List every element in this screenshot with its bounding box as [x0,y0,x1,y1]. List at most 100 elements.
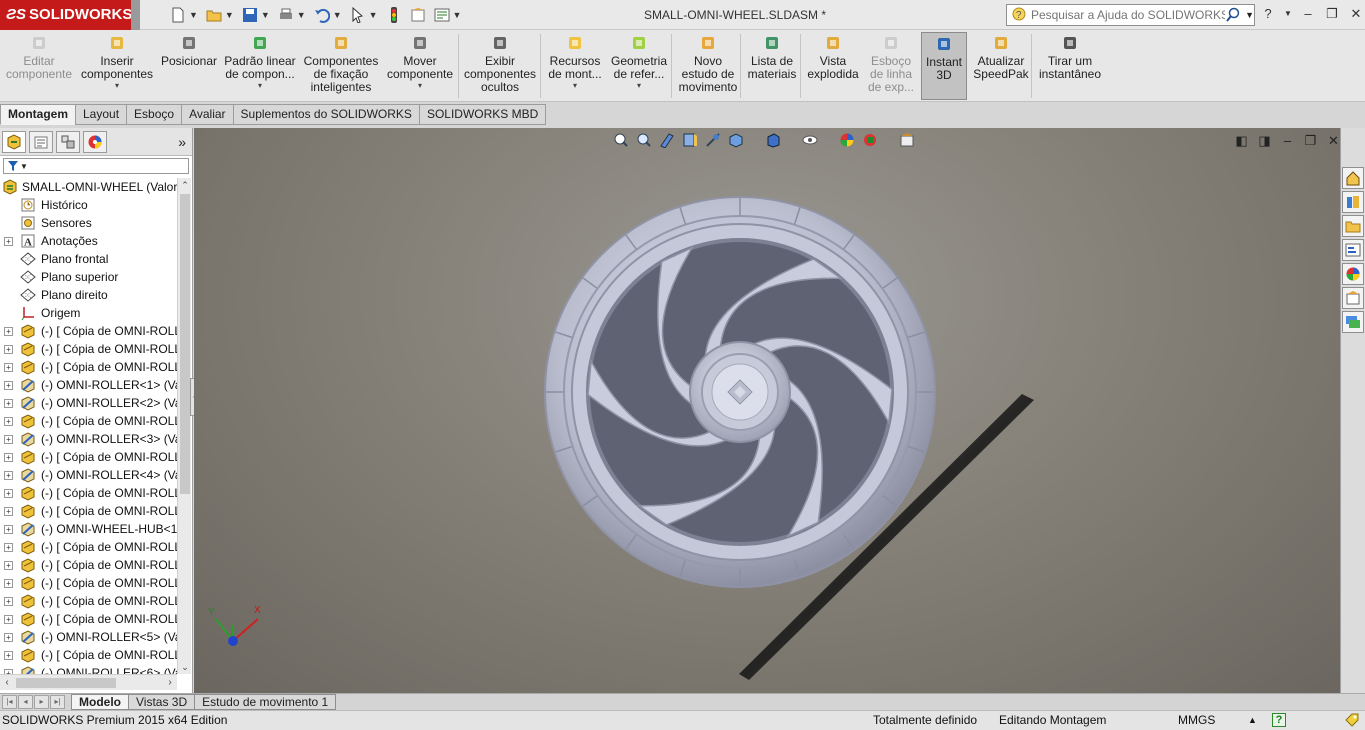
solidworks-resources-tab[interactable] [1342,167,1364,189]
display-manager-tab[interactable] [83,130,107,153]
tree-item[interactable]: Plano superior [0,268,177,286]
command-reference-geometry[interactable]: Geometria de refer... ▾ [608,32,670,100]
bottom-tab-estudo-de-movimento-1[interactable]: Estudo de movimento 1 [194,694,337,710]
tree-item[interactable]: Plano direito [0,286,177,304]
next-tile-icon[interactable]: ◨ [1257,133,1272,148]
view-orientation-icon[interactable] [727,131,745,149]
doc-close-icon[interactable]: ✕ [1326,133,1340,148]
expand-toggle-icon[interactable]: + [4,633,13,642]
close-icon[interactable]: ✕ [1348,6,1364,22]
help-search-input[interactable] [1030,8,1226,22]
expand-toggle-icon[interactable]: + [4,399,13,408]
tree-item[interactable]: Histórico [0,196,177,214]
edit-appearance-icon[interactable] [838,131,856,149]
hscroll-thumb[interactable] [16,678,116,688]
next-tab-icon[interactable]: ▸ [34,695,49,709]
command-dropdown-icon[interactable]: ▾ [80,81,154,90]
units-dropdown-icon[interactable]: ▲ [1248,711,1257,730]
tree-item[interactable]: + (-) [ Cópia de OMNI-ROLL [0,502,177,520]
rebuild-button[interactable] [386,4,402,26]
search-dropdown-icon[interactable]: ▼ [1245,10,1254,20]
tree-item[interactable]: + (-) OMNI-ROLLER<2> (Va [0,394,177,412]
expand-toggle-icon[interactable]: + [4,615,13,624]
expand-toggle-icon[interactable]: + [4,507,13,516]
bottom-tab-vistas-3d[interactable]: Vistas 3D [128,694,196,710]
scroll-left-icon[interactable]: ‹ [0,675,14,691]
expand-toggle-icon[interactable]: + [4,525,13,534]
tree-item[interactable]: + (-) [ Cópia de OMNI-ROLL [0,340,177,358]
design-library-tab[interactable] [1342,191,1364,213]
filter-dropdown-icon[interactable]: ▼ [20,162,28,171]
tree-item[interactable]: Origem [0,304,177,322]
tab-layout[interactable]: Layout [75,104,128,125]
forum-tab[interactable] [1342,311,1364,333]
custom-properties-tab[interactable] [1342,287,1364,309]
graphics-area[interactable]: Y X ◧ ◨ – ❐ ✕ [194,128,1340,693]
command-dropdown-icon[interactable]: ▾ [608,81,670,90]
command-mate[interactable]: Posicionar [160,32,218,100]
expand-toggle-icon[interactable]: + [4,597,13,606]
first-tab-icon[interactable]: |◂ [2,695,17,709]
tree-item[interactable]: + (-) [ Cópia de OMNI-ROLL [0,358,177,376]
help-search-box[interactable]: ? ▼ [1006,4,1255,26]
expand-toggle-icon[interactable]: + [4,381,13,390]
expand-toggle-icon[interactable]: + [4,561,13,570]
select-button[interactable]: ▼ [350,4,378,26]
dynamic-annotation-icon[interactable] [704,131,722,149]
command-speedpak[interactable]: Atualizar SpeedPak [972,32,1030,100]
tree-item[interactable]: + (-) OMNI-WHEEL-HUB<1 [0,520,177,538]
feature-manager-tab[interactable] [2,130,26,153]
file-properties-button[interactable] [410,4,426,26]
tree-item[interactable]: Sensores [0,214,177,232]
command-show-hidden[interactable]: Exibir componentes ocultos [463,32,537,100]
previous-view-icon[interactable] [658,131,676,149]
tree-item[interactable]: + (-) OMNI-ROLLER<3> (Va [0,430,177,448]
solidworks-logo[interactable]: ƧS SOLIDWORKS [0,0,132,30]
tree-item[interactable]: + (-) [ Cópia de OMNI-ROLL [0,412,177,430]
tree-item[interactable]: + (-) OMNI-ROLLER<1> (Va [0,376,177,394]
tab-esbo-o[interactable]: Esboço [126,104,183,125]
apply-scene-icon[interactable] [861,131,879,149]
command-dropdown-icon[interactable]: ▾ [545,81,605,90]
doc-restore-icon[interactable]: ❐ [1303,133,1318,148]
property-manager-tab[interactable] [29,130,53,153]
hide-show-items-icon[interactable] [801,131,819,149]
search-icon[interactable] [1225,7,1241,23]
command-dropdown-icon[interactable]: ▾ [383,81,457,90]
omni-wheel-model[interactable]: Y X [194,128,1340,693]
command-insert-components[interactable]: Inserir componentes ▾ [80,32,154,100]
command-instant3d[interactable]: Instant 3D [921,32,967,100]
prev-tab-icon[interactable]: ◂ [18,695,33,709]
command-dropdown-icon[interactable]: ▾ [222,81,298,90]
tree-item[interactable]: + (-) [ Cópia de OMNI-ROLL [0,538,177,556]
tree-item[interactable]: + (-) OMNI-ROLLER<4> (Va [0,466,177,484]
tree-item[interactable]: + (-) [ Cópia de OMNI-ROLL [0,484,177,502]
command-bom[interactable]: Lista de materiais [746,32,798,100]
tree-item[interactable]: + (-) OMNI-ROLLER<5> (Va [0,628,177,646]
display-style-icon[interactable] [764,131,782,149]
last-tab-icon[interactable]: ▸| [50,695,65,709]
command-move-component[interactable]: Mover componente ▾ [383,32,457,100]
view-palette-tab[interactable] [1342,239,1364,261]
tree-item[interactable]: + (-) [ Cópia de OMNI-ROLL [0,610,177,628]
tree-item[interactable]: + (-) [ Cópia de OMNI-ROLL [0,574,177,592]
help-dropdown-icon[interactable]: ▼ [1284,6,1292,22]
expand-toggle-icon[interactable]: + [4,651,13,660]
print-button[interactable]: ▼ [278,4,306,26]
command-snapshot[interactable]: Tirar um instantâneo [1036,32,1104,100]
tab-solidworks-mbd[interactable]: SOLIDWORKS MBD [418,104,547,125]
tree-item[interactable]: + (-) [ Cópia de OMNI-ROLL [0,448,177,466]
command-explode-line[interactable]: Esboço de linha de exp... [866,32,916,100]
configuration-manager-tab[interactable] [56,130,80,153]
expand-toggle-icon[interactable]: + [4,453,13,462]
expand-toggle-icon[interactable]: + [4,489,13,498]
expand-toggle-icon[interactable]: + [4,237,13,246]
command-edit-component[interactable]: Editar componente [3,32,75,100]
tag-icon[interactable] [1344,712,1360,730]
doc-minimize-icon[interactable]: – [1280,133,1295,148]
tab-suplementos-do-solidworks[interactable]: Suplementos do SOLIDWORKS [232,104,420,125]
new-document-button[interactable]: ▼ [170,4,198,26]
tree-horizontal-scrollbar[interactable]: ‹ › [0,674,177,690]
section-view-icon[interactable] [681,131,699,149]
minimize-icon[interactable]: – [1300,6,1316,22]
